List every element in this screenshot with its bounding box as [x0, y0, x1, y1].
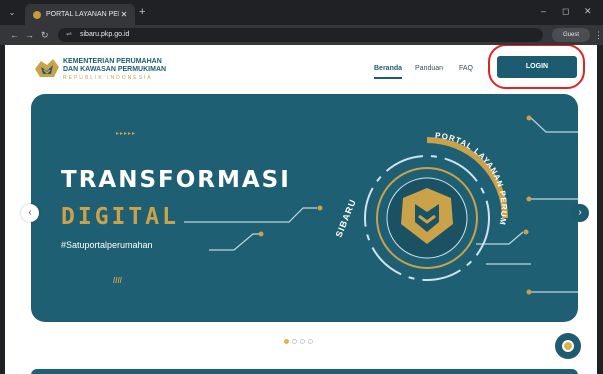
ministry-logo	[35, 59, 59, 77]
tab-bar: ⌄ PORTAL LAYANAN PERUMAHAN ✕ + – ◻ ✕	[0, 0, 603, 25]
emblem-sibaru-text: SIBARU	[334, 197, 358, 238]
minimize-button[interactable]: –	[541, 6, 546, 16]
tab-search-icon[interactable]: ⌄	[6, 7, 18, 19]
carousel-dot-4[interactable]	[308, 339, 313, 344]
close-window-button[interactable]: ✕	[584, 6, 592, 17]
brand-line-1: KEMENTERIAN PERUMAHAN	[63, 58, 162, 65]
chat-support-icon[interactable]	[555, 333, 581, 359]
maximize-button[interactable]: ◻	[562, 6, 569, 17]
active-nav-indicator	[374, 77, 402, 79]
brand-line-2: DAN KAWASAN PERMUKIMAN	[63, 66, 167, 73]
forward-icon[interactable]: →	[25, 28, 34, 42]
tab-title: PORTAL LAYANAN PERUMAHAN	[46, 11, 119, 18]
favicon	[33, 10, 41, 19]
carousel-dot-3[interactable]	[300, 339, 305, 344]
url-field[interactable]: ⇌ sibaru.pkp.go.id	[58, 28, 543, 42]
nav-faq[interactable]: FAQ	[459, 65, 473, 72]
banner-arrows: ▸▸▸▸▸	[116, 131, 137, 137]
address-bar: ← → ↻ ⇌ sibaru.pkp.go.id Guest ⋮	[0, 25, 603, 45]
reload-icon[interactable]: ↻	[41, 28, 49, 42]
carousel-prev-button[interactable]: ‹	[21, 204, 39, 222]
nav-beranda[interactable]: Beranda	[374, 65, 402, 72]
hero-banner: ▸▸▸▸▸ TRANSFORMASI DIGITAL #Satuportalpe…	[31, 94, 578, 322]
url-text: sibaru.pkp.go.id	[80, 31, 130, 38]
brand-line-3: REPUBLIK INDONESIA	[63, 75, 153, 81]
nav-panduan[interactable]: Panduan	[415, 65, 443, 72]
guest-profile-button[interactable]: Guest	[552, 28, 590, 42]
hashtag: #Satuportalperumahan	[61, 240, 153, 250]
headline-transformasi: TRANSFORMASI	[61, 167, 291, 193]
browser-menu-icon[interactable]: ⋮	[594, 28, 603, 42]
tab-close-icon[interactable]: ✕	[119, 10, 129, 19]
headline-digital: DIGITAL	[61, 204, 179, 230]
site-info-icon[interactable]: ⇌	[66, 28, 72, 42]
web-page: KEMENTERIAN PERUMAHAN DAN KAWASAN PERMUK…	[5, 45, 597, 374]
carousel-next-button[interactable]: ›	[571, 204, 589, 222]
new-tab-button[interactable]: +	[139, 7, 145, 18]
sibaru-emblem: PORTAL LAYANAN PERUMAHAN SIBARU	[323, 126, 508, 281]
carousel-indicators	[284, 339, 313, 344]
banner-slashes: ////	[113, 276, 122, 285]
guest-label: Guest	[562, 32, 579, 38]
next-section-banner	[31, 369, 578, 374]
login-highlight-circle	[488, 45, 585, 89]
back-icon[interactable]: ←	[10, 28, 19, 42]
carousel-dot-2[interactable]	[292, 339, 297, 344]
browser-tab[interactable]: PORTAL LAYANAN PERUMAHAN ✕	[25, 4, 135, 25]
carousel-dot-1[interactable]	[284, 339, 289, 344]
